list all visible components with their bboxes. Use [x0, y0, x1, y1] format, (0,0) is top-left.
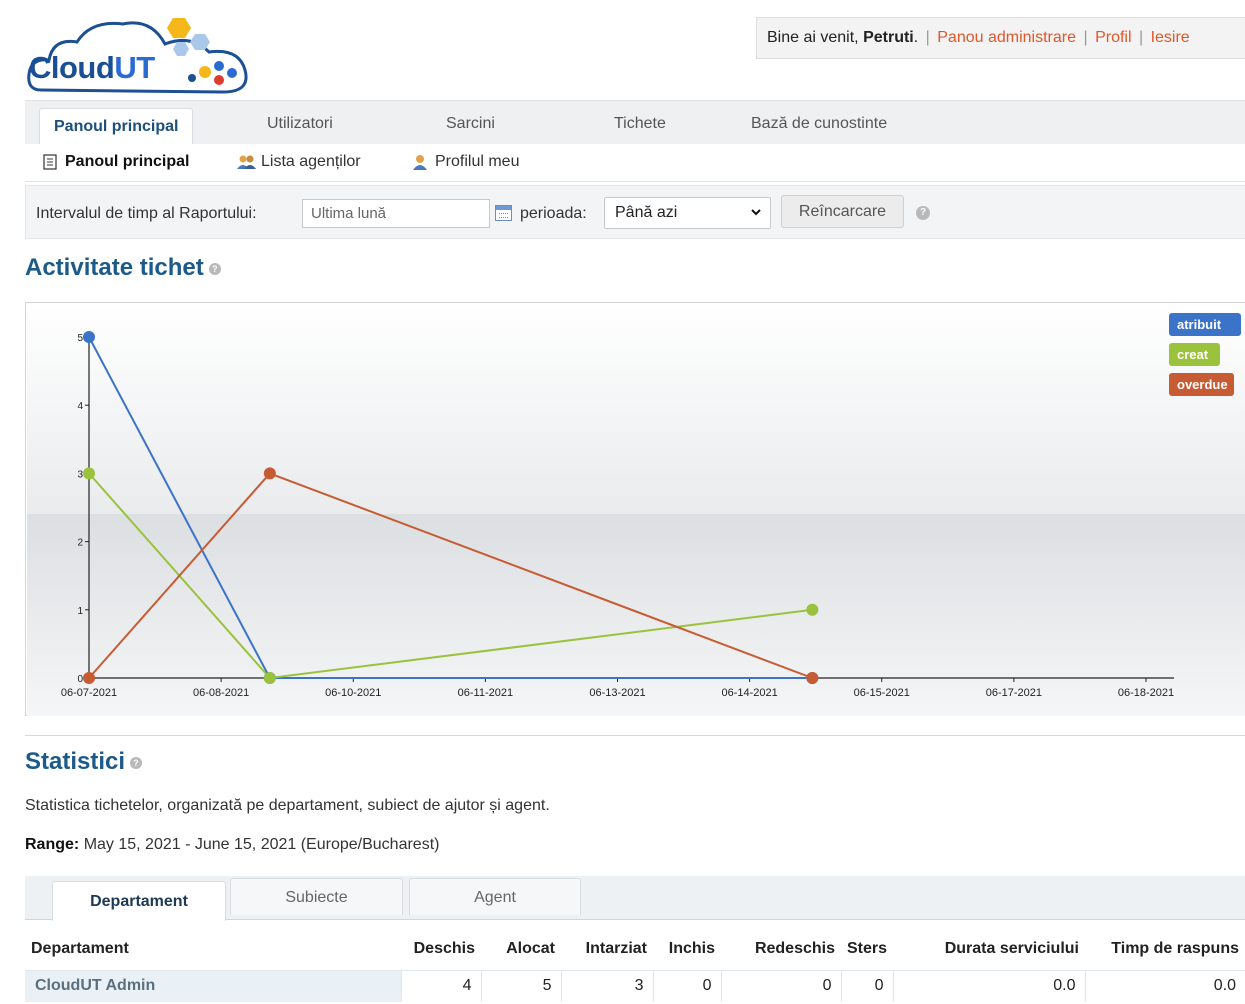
profile-link[interactable]: Profil [1095, 29, 1131, 46]
section-divider [25, 735, 1245, 736]
cell-response-time: 0.0 [1084, 969, 1245, 1002]
statistics-description: Statistica tichetelor, organizată pe dep… [25, 797, 550, 814]
col-deleted[interactable]: Sters [841, 928, 893, 970]
statistics-table: Departament Deschis Alocat Intarziat Inc… [25, 928, 1245, 1002]
data-point-creat[interactable] [263, 672, 276, 684]
cell-overdue: 3 [560, 969, 653, 1002]
col-open[interactable]: Deschis [401, 928, 481, 970]
cell-service-time: 0.0 [892, 969, 1085, 1002]
main-nav: Panoul principal Utilizatori Sarcini Tic… [25, 100, 1245, 146]
cell-closed: 0 [652, 969, 721, 1002]
welcome-prefix: Bine ai venit, [767, 29, 859, 46]
x-tick-label: 06-11-2021 [458, 687, 513, 699]
tab-users[interactable]: Utilizatori [267, 115, 333, 133]
col-closed[interactable]: Inchis [653, 928, 721, 970]
period-label: perioada: [520, 205, 587, 222]
col-overdue[interactable]: Intarziat [561, 928, 653, 970]
tab-topics[interactable]: Subiecte [230, 878, 403, 915]
x-tick-label: 06-17-2021 [986, 687, 1042, 699]
users-icon [237, 154, 256, 170]
col-department[interactable]: Departament [25, 928, 401, 970]
sub-nav: Panoul principal Lista agenților Profilu… [25, 144, 1245, 182]
y-tick-label: 0 [77, 674, 83, 685]
statistics-title: Statistici? [25, 748, 143, 776]
report-filter-bar: Intervalul de timp al Raportului: perioa… [25, 185, 1245, 239]
tab-department[interactable]: Departament [52, 881, 226, 921]
chart-canvas: 0 1 2 3 4 5 06-07-2021 06-08-2021 06-10-2021 06-1… [27, 304, 1245, 716]
col-response-time[interactable]: Timp de raspuns [1085, 928, 1245, 970]
cell-open: 4 [400, 969, 481, 1002]
x-tick-label: 06-14-2021 [721, 687, 777, 699]
x-tick-label: 06-10-2021 [325, 687, 381, 699]
x-tick-label: 06-07-2021 [61, 687, 117, 699]
cell-deleted: 0 [840, 969, 893, 1002]
data-point-creat[interactable] [83, 467, 95, 480]
data-point-overdue[interactable] [806, 672, 819, 684]
data-point-atribuit[interactable] [83, 331, 95, 343]
x-tick-label: 06-13-2021 [589, 687, 645, 699]
col-reopened[interactable]: Redeschis [721, 928, 841, 970]
subnav-my-profile[interactable]: Profilul meu [411, 153, 519, 171]
logo-text: CloudUT [29, 50, 155, 85]
subnav-agent-list[interactable]: Lista agenților [237, 153, 361, 171]
logout-link[interactable]: Iesire [1151, 29, 1190, 46]
department-name: CloudUT Admin [25, 969, 401, 1002]
subnav-dashboard[interactable]: Panoul principal [41, 153, 189, 171]
y-tick-label: 4 [77, 401, 83, 412]
tab-knowledge-base[interactable]: Bază de cunostinte [751, 115, 887, 133]
chevron-down-icon [750, 204, 762, 223]
user-name: Petruti [863, 29, 914, 46]
cell-assigned: 5 [480, 969, 561, 1002]
legend-label: creat [1177, 347, 1209, 362]
col-assigned[interactable]: Alocat [481, 928, 561, 970]
tab-tasks[interactable]: Sarcini [446, 115, 495, 133]
ticket-activity-chart: 0 1 2 3 4 5 06-07-2021 06-08-2021 06-10-2021 06-1… [25, 302, 1245, 716]
y-tick-label: 5 [77, 333, 83, 344]
cell-reopened: 0 [720, 969, 841, 1002]
tab-agent[interactable]: Agent [409, 878, 581, 915]
activity-title: Activitate tichet? [25, 254, 221, 282]
x-tick-label: 06-15-2021 [854, 687, 910, 699]
legend-label: atribuit [1177, 317, 1222, 332]
statistics-tabs: Departament Subiecte Agent [25, 876, 1245, 921]
reload-button[interactable]: Reîncarcare [781, 195, 904, 228]
period-select[interactable]: Până azi [604, 197, 771, 229]
table-row: CloudUT Admin 4 5 3 0 0 0 0.0 0.0 [25, 969, 1245, 1002]
y-tick-label: 3 [77, 469, 83, 480]
help-icon[interactable]: ? [130, 757, 143, 769]
calendar-icon[interactable] [495, 205, 512, 221]
interval-label: Intervalul de timp al Raportului: [36, 205, 257, 222]
data-point-overdue[interactable] [263, 467, 276, 480]
x-tick-label: 06-08-2021 [193, 687, 249, 699]
document-icon [41, 154, 59, 170]
logo[interactable]: CloudUT [25, 8, 251, 94]
y-tick-label: 1 [77, 606, 83, 617]
x-tick-label: 06-18-2021 [1118, 687, 1174, 699]
tab-dashboard[interactable]: Panoul principal [39, 108, 194, 146]
data-point-overdue[interactable] [83, 672, 95, 684]
legend-label: overdue [1177, 377, 1228, 392]
help-icon[interactable]: ? [916, 206, 930, 220]
help-icon[interactable]: ? [208, 263, 221, 275]
admin-panel-link[interactable]: Panou administrare [937, 29, 1076, 46]
y-tick-label: 2 [77, 538, 83, 549]
welcome-bar: Bine ai venit, Petruti. | Panou administ… [756, 17, 1245, 59]
data-point-creat[interactable] [806, 603, 819, 616]
tab-tickets[interactable]: Tichete [614, 115, 666, 133]
interval-input[interactable] [302, 199, 490, 228]
user-icon [411, 154, 429, 170]
statistics-range: Range: May 15, 2021 - June 15, 2021 (Eur… [25, 836, 440, 853]
col-service-time[interactable]: Durata serviciului [893, 928, 1085, 970]
